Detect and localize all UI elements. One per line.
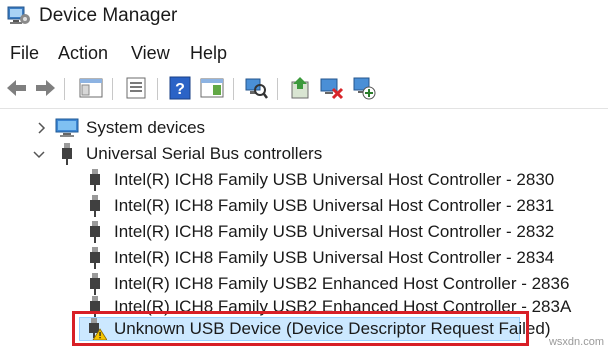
update-driver-icon[interactable] xyxy=(287,75,313,101)
menu-view[interactable]: View xyxy=(131,42,170,64)
device-manager-icon xyxy=(7,6,30,24)
add-legacy-hardware-icon[interactable] xyxy=(351,75,377,101)
toolbar-divider xyxy=(0,108,608,109)
usb-plug-icon xyxy=(62,143,72,165)
toolbar-separator xyxy=(157,78,158,100)
chevron-down-icon[interactable] xyxy=(33,149,45,161)
back-arrow-icon[interactable] xyxy=(4,75,30,101)
tree-label: Intel(R) ICH8 Family USB Universal Host … xyxy=(114,222,555,241)
title-bar: Device Manager xyxy=(0,0,608,34)
forward-arrow-icon[interactable] xyxy=(32,75,58,101)
chevron-right-icon[interactable] xyxy=(35,122,47,134)
menu-file[interactable]: File xyxy=(10,42,39,64)
tree-node-usb-device[interactable]: Intel(R) ICH8 Family USB Universal Host … xyxy=(0,219,608,245)
usb-plug-icon xyxy=(90,273,100,295)
tree-label: System devices xyxy=(86,118,206,137)
tree-label: Intel(R) ICH8 Family USB Universal Host … xyxy=(114,248,555,267)
usb-plug-icon xyxy=(90,169,100,191)
tree-node-usb-device[interactable]: Intel(R) ICH8 Family USB Universal Host … xyxy=(0,167,608,193)
menu-bar: File Action View Help xyxy=(0,38,608,68)
usb-plug-icon xyxy=(90,221,100,243)
console-tree-icon[interactable] xyxy=(78,75,104,101)
tree-node-usb-controllers[interactable]: Universal Serial Bus controllers xyxy=(0,141,608,167)
annotation-highlight-box xyxy=(72,311,529,346)
tree-label: Intel(R) ICH8 Family USB Universal Host … xyxy=(114,170,555,189)
uninstall-device-icon[interactable] xyxy=(319,75,345,101)
svg-text:?: ? xyxy=(175,81,185,98)
menu-action[interactable]: Action xyxy=(58,42,108,64)
toolbar-separator xyxy=(64,78,65,100)
toolbar: ? xyxy=(0,70,608,108)
toolbar-separator xyxy=(277,78,278,100)
tree-label: Universal Serial Bus controllers xyxy=(86,144,323,163)
scan-hardware-icon[interactable] xyxy=(243,75,269,101)
help-icon[interactable]: ? xyxy=(167,75,193,101)
tree-label: Intel(R) ICH8 Family USB Universal Host … xyxy=(114,196,555,215)
properties-icon[interactable] xyxy=(123,75,149,101)
tree-node-usb-device[interactable]: Intel(R) ICH8 Family USB Universal Host … xyxy=(0,245,608,271)
watermark: wsxdn.com xyxy=(548,336,604,348)
action-pane-icon[interactable] xyxy=(199,75,225,101)
toolbar-separator xyxy=(112,78,113,100)
usb-plug-icon xyxy=(90,247,100,269)
menu-help[interactable]: Help xyxy=(190,42,227,64)
system-devices-icon xyxy=(55,118,79,137)
tree-node-usb-device[interactable]: Intel(R) ICH8 Family USB Universal Host … xyxy=(0,193,608,219)
tree-node-system-devices[interactable]: System devices xyxy=(0,115,608,141)
window-title: Device Manager xyxy=(39,5,178,26)
usb-plug-icon xyxy=(90,195,100,217)
toolbar-separator xyxy=(233,78,234,100)
